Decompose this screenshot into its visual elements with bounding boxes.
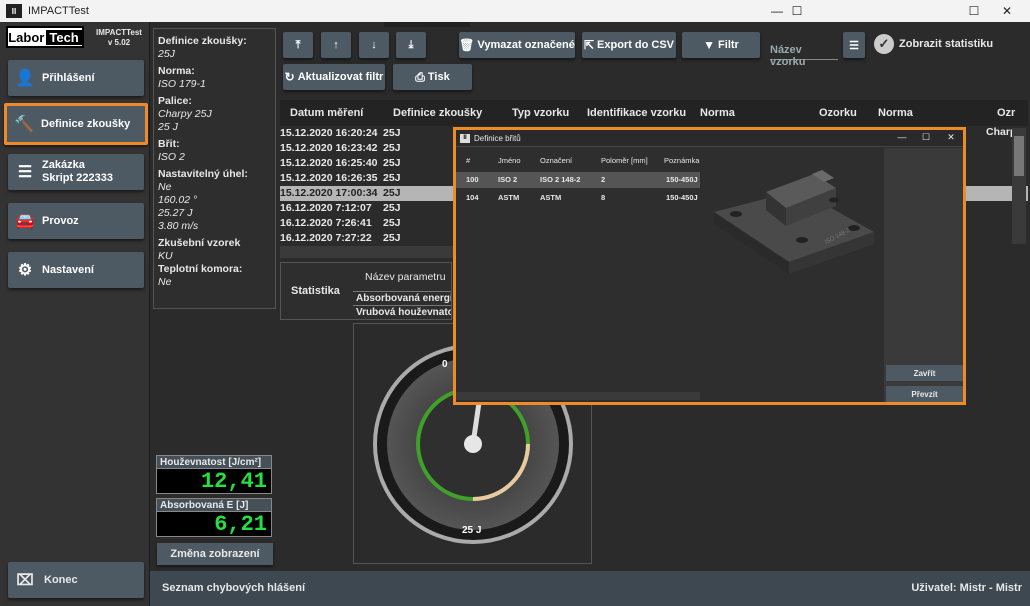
grid-horizontal-scrollbar[interactable] [280,246,454,258]
user-info: Uživatel: Mistr - Mistr [911,582,1022,594]
status-bar: Seznam chybových hlášení Uživatel: Mistr… [150,571,1030,606]
table-row[interactable]: 15.12.2020 16:25:40 25J [280,156,454,171]
printer-icon: ⎙ [415,69,425,84]
error-log-link[interactable]: Seznam chybových hlášení [162,582,305,594]
dialog-minimize-button[interactable]: — [890,132,914,142]
test-info-panel: Definice zkoušky: 25J Norma: ISO 179-1 Pal… [153,28,276,309]
switch-view-button[interactable]: Změna zobrazení [157,543,273,565]
nav-order-button[interactable]: ☰ Zakázka Skript 222333 [8,154,144,190]
arrow-bottom-icon: ⤓ [408,38,414,51]
col-test-def[interactable]: Definice zkoušky [393,107,482,119]
restore-button[interactable]: ☐ [774,0,820,22]
statistics-label: Statistika [291,285,340,297]
nav-settings-button[interactable]: ⚙ Nastavení [8,252,144,288]
energy-value: 6,21 [156,512,272,537]
gear-icon: ⚙ [17,262,33,279]
filter-button[interactable]: ▼ Filtr [682,32,760,58]
dialog-close-action-button[interactable]: Zavřít [886,365,963,381]
car-icon: 🚘 [15,213,35,230]
edge-3d-preview: ISO 148-2 [714,170,874,274]
toughness-meter: Houževnatost [J/cm²] 12,41 [156,455,272,494]
stats-row[interactable]: Vrubová houževnatost [353,305,451,319]
edge-definition-dialog: II Definice břitů — ☐ ✕ # Jméno Označení… [453,127,966,405]
col-sample-id[interactable]: Identifikace vzorku [587,107,686,119]
title-bar: II IMPACTTest — ☐ ☐ ✕ [0,0,1030,27]
hammer-icon: 🔨 [14,116,34,133]
arrow-up-icon: ↑ [333,39,339,51]
dialog-take-button[interactable]: Převzít [886,386,963,402]
energy-meter: Absorbovaná E [J] 6,21 [156,498,272,537]
move-bottom-button[interactable]: ⤓ [396,32,426,58]
arrow-down-icon: ↓ [371,39,377,51]
drag-handle[interactable] [384,22,470,27]
table-row[interactable]: 15.12.2020 16:20:24 25J [280,126,454,141]
dialog-horizontal-scrollbar[interactable] [456,392,700,400]
filter-options-button[interactable]: ☰ [843,32,865,58]
dialog-grid-header: # Jméno Označení Poloměr [mm] Poznámka [466,156,700,165]
dialog-maximize-button[interactable]: ☐ [914,132,938,143]
col-sample-type[interactable]: Typ vzorku [512,107,569,119]
dialog-row[interactable]: 104 ASTM ASTM 8 150-450J [456,190,700,206]
move-down-button[interactable]: ↓ [359,32,389,58]
table-row[interactable]: 16.12.2020 7:26:41 25J [280,216,454,231]
sidebar: Labor Tech IMPACTTest v 5.02 👤 Přihlášení … [0,22,150,606]
arrow-top-icon: ⤒ [295,38,301,51]
dialog-title: Definice břitů [474,133,521,143]
table-row[interactable]: 15.12.2020 16:26:35 25J [280,171,454,186]
gauge-top-label: 0 [442,359,448,370]
nav-login-button[interactable]: 👤 Přihlášení [8,60,144,96]
grid-header: Datum měření Definice zkoušky Typ vzorku… [280,100,1028,126]
dialog-title-bar: II Definice břitů — ☐ ✕ [456,130,963,147]
table-row[interactable]: 16.12.2020 7:27:22 25J [280,231,454,246]
logo: Labor Tech [6,26,84,48]
check-circle-icon: ✓ [874,34,894,54]
clear-marked-button[interactable]: 🗑 Vymazat označené [459,32,575,58]
table-row[interactable]: 15.12.2020 16:23:42 25J [280,141,454,156]
app-version: IMPACTTest v 5.02 [96,28,142,47]
refresh-icon: ↻ [284,70,295,84]
export-csv-button[interactable]: ⇱ Export do CSV [582,32,676,58]
col-ozorku[interactable]: Ozorku [819,107,857,119]
nav-operation-button[interactable]: 🚘 Provoz [8,203,144,239]
print-button[interactable]: ⎙ Tisk [393,64,472,90]
table-row[interactable]: 16.12.2020 7:12:07 25J [280,201,454,216]
stats-row[interactable]: Absorbovaná energie [353,291,451,305]
app-icon: II [6,4,22,18]
trash-icon: 🗑 [459,38,475,52]
col-norm[interactable]: Norma [700,107,735,119]
col-ozr[interactable]: Ozr [997,107,1015,119]
funnel-icon: ▼ [703,38,716,52]
move-top-button[interactable]: ⤒ [283,32,313,58]
move-up-button[interactable]: ↑ [321,32,351,58]
measurements-grid: 15.12.2020 16:20:24 25J 15.12.2020 16:23:… [280,126,454,246]
show-stats-toggle[interactable]: ✓ Zobrazit statistiku [874,34,993,54]
close-box-icon: ⌧ [16,572,34,589]
table-row-selected[interactable]: 15.12.2020 17:00:34 25J [280,186,454,201]
refresh-filter-button[interactable]: ↻ Aktualizovat filtr [283,64,385,90]
close-button[interactable]: ✕ [984,0,1030,22]
gauge-bottom-label: 25 J [462,525,481,536]
grid-vertical-scrollbar[interactable] [1012,128,1026,244]
dialog-side-panel [884,148,963,402]
filter-lines-icon: ☰ [849,39,859,52]
dialog-app-icon: II [460,133,470,143]
nav-test-definition-button[interactable]: 🔨 Definice zkoušky [4,103,148,145]
list-icon: ☰ [17,164,33,181]
col-date[interactable]: Datum měření [290,107,363,119]
toughness-value: 12,41 [156,469,272,494]
dialog-row-selected[interactable]: 100 ISO 2 ISO 2 148-2 2 150-450J [456,172,700,188]
sample-name-search-input[interactable]: Název vzorku [770,38,838,68]
dialog-close-button[interactable]: ✕ [939,132,963,143]
statistics-panel: Statistika Název parametru Absorbovaná e… [280,262,452,320]
user-icon: 👤 [15,70,35,87]
export-icon: ⇱ [583,38,595,52]
window-title: IMPACTTest [28,5,89,17]
param-name-header: Název parametru [365,271,446,283]
end-button[interactable]: ⌧ Konec [8,562,144,598]
col-norm-2[interactable]: Norma [878,107,913,119]
